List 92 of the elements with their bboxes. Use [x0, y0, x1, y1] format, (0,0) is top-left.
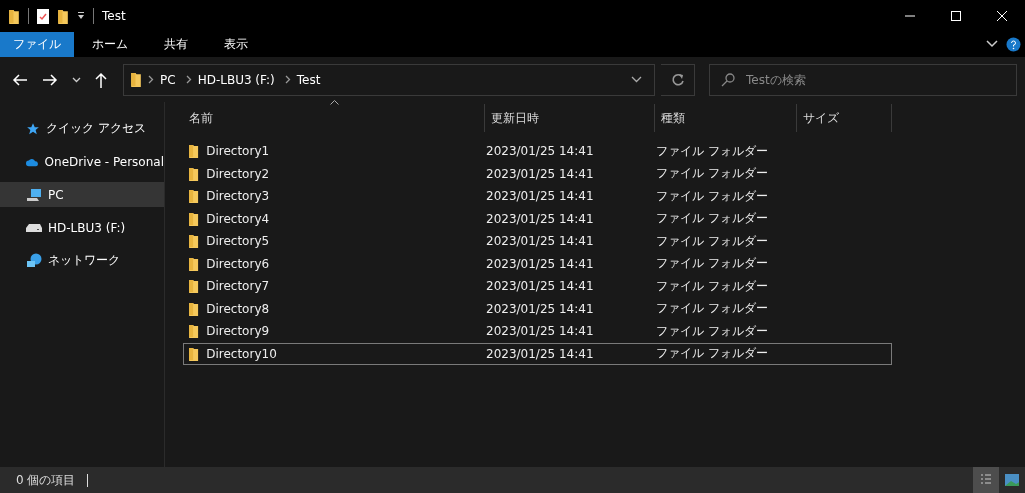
- file-name[interactable]: Directory8: [206, 301, 270, 316]
- modified-date: 2023/01/25 14:41: [486, 211, 595, 226]
- modified-date: 2023/01/25 14:41: [486, 166, 595, 181]
- folder-icon: [188, 346, 200, 361]
- computer-icon: [26, 187, 42, 202]
- sidebar-label: ネットワーク: [48, 252, 120, 269]
- file-type: ファイル フォルダー: [656, 322, 769, 340]
- sidebar-label: HD-LBU3 (F:): [48, 220, 126, 235]
- address-bar[interactable]: PC HD-LBU3 (F:) Test: [123, 63, 655, 96]
- folder-icon: [130, 72, 142, 87]
- details-view-button[interactable]: [973, 467, 999, 493]
- file-name[interactable]: Directory5: [206, 234, 270, 249]
- sidebar-item[interactable]: クイック アクセス: [0, 116, 164, 141]
- properties-icon[interactable]: [37, 8, 49, 24]
- refresh-button[interactable]: [661, 63, 695, 96]
- breadcrumb-item[interactable]: Test: [296, 72, 321, 87]
- modified-date: 2023/01/25 14:41: [486, 301, 595, 316]
- chevron-down-icon: [986, 40, 998, 48]
- file-type: ファイル フォルダー: [656, 165, 769, 183]
- modified-date: 2023/01/25 14:41: [486, 189, 595, 204]
- file-name[interactable]: Directory10: [206, 346, 277, 361]
- modified-date: 2023/01/25 14:41: [486, 234, 595, 249]
- file-name[interactable]: Directory2: [206, 166, 270, 181]
- drive-icon: [26, 223, 42, 232]
- file-name[interactable]: Directory3: [206, 189, 270, 204]
- modified-date: 2023/01/25 14:41: [486, 346, 595, 361]
- file-type: ファイル フォルダー: [656, 187, 769, 205]
- column-header[interactable]: 種類: [655, 104, 797, 132]
- folder-icon: [188, 324, 200, 339]
- chevron-down-icon: [72, 76, 81, 83]
- file-type: ファイル フォルダー: [656, 300, 769, 318]
- column-header[interactable]: 更新日時: [485, 104, 655, 132]
- file-type: ファイル フォルダー: [656, 232, 769, 250]
- file-name[interactable]: Directory4: [206, 211, 270, 226]
- file-name[interactable]: Directory6: [206, 256, 270, 271]
- file-name[interactable]: Directory1: [206, 144, 270, 159]
- sidebar-item[interactable]: HD-LBU3 (F:): [0, 215, 164, 240]
- sidebar-label: PC: [48, 187, 64, 202]
- file-type: ファイル フォルダー: [656, 142, 769, 160]
- network-icon: [26, 252, 42, 269]
- folder-icon: [188, 211, 200, 226]
- arrow-left-icon: [12, 72, 28, 87]
- chevron-down-icon: [631, 76, 642, 83]
- search-field[interactable]: Testの検索: [709, 63, 1017, 96]
- sidebar-label: OneDrive - Personal: [44, 154, 164, 169]
- sidebar-item[interactable]: PC: [0, 182, 164, 207]
- star-icon: [26, 121, 40, 136]
- arrow-right-icon: [42, 72, 58, 87]
- image-icon: [1005, 474, 1019, 486]
- column-header[interactable]: サイズ: [797, 104, 892, 132]
- folder-icon: [188, 234, 200, 249]
- file-type: ファイル フォルダー: [656, 210, 769, 228]
- close-icon: [997, 11, 1007, 21]
- modified-date: 2023/01/25 14:41: [486, 144, 595, 159]
- modified-date: 2023/01/25 14:41: [486, 324, 595, 339]
- dropdown-icon[interactable]: [77, 12, 85, 20]
- file-name[interactable]: Directory9: [206, 324, 270, 339]
- column-header[interactable]: 名前: [183, 104, 485, 132]
- chevron-icon: [185, 75, 192, 84]
- chevron-icon: [284, 75, 291, 84]
- folder-icon: [188, 144, 200, 159]
- sidebar-item[interactable]: OneDrive - Personal: [0, 149, 164, 174]
- ribbon-tab[interactable]: 表示: [206, 32, 266, 57]
- sort-ascending-icon: [329, 100, 339, 105]
- file-name[interactable]: Directory7: [206, 279, 270, 294]
- refresh-icon: [670, 72, 685, 87]
- arrow-up-icon: [95, 71, 107, 88]
- folder-icon: [188, 301, 200, 316]
- folder-icon: [188, 279, 200, 294]
- sidebar-label: クイック アクセス: [46, 120, 146, 137]
- ribbon-tab[interactable]: ファイル: [0, 32, 74, 57]
- modified-date: 2023/01/25 14:41: [486, 279, 595, 294]
- ribbon-tab[interactable]: 共有: [146, 32, 206, 57]
- ribbon-tab[interactable]: ホーム: [74, 32, 146, 57]
- folder-icon: [188, 166, 200, 181]
- folder-icon: [188, 189, 200, 204]
- folder-icon: [57, 8, 69, 24]
- modified-date: 2023/01/25 14:41: [486, 256, 595, 271]
- chevron-icon: [148, 75, 154, 84]
- folder-icon: [188, 256, 200, 271]
- help-icon: [1006, 36, 1021, 52]
- file-type: ファイル フォルダー: [656, 255, 769, 273]
- breadcrumb-item[interactable]: PC: [160, 72, 176, 87]
- window-title: Test: [102, 9, 126, 23]
- file-type: ファイル フォルダー: [656, 345, 769, 363]
- breadcrumb-item[interactable]: HD-LBU3 (F:): [197, 72, 275, 87]
- folder-icon: [8, 8, 20, 24]
- file-type: ファイル フォルダー: [656, 277, 769, 295]
- item-count: 0 個の項目: [16, 471, 76, 489]
- sidebar-item[interactable]: ネットワーク: [0, 248, 164, 273]
- maximize-icon: [951, 11, 961, 21]
- list-icon: [980, 473, 992, 487]
